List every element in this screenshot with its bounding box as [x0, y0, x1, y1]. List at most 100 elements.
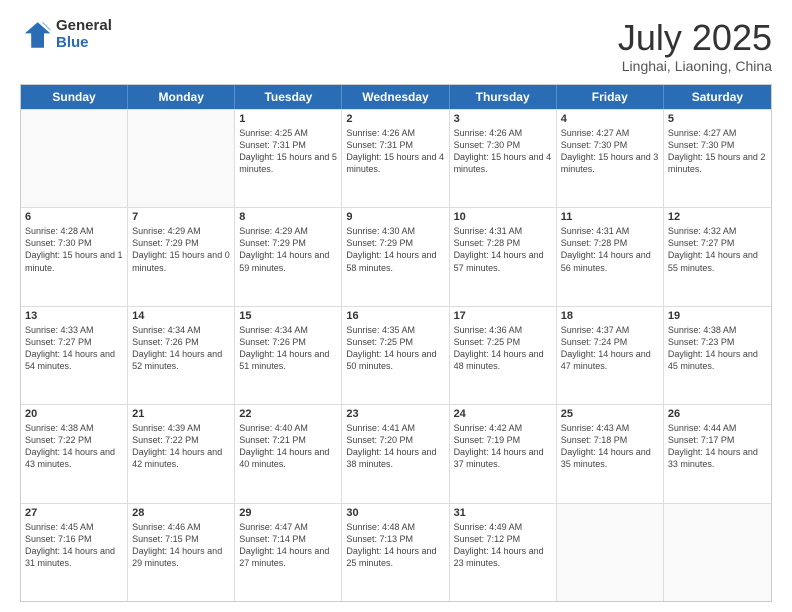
day-number: 30 — [346, 507, 444, 519]
calendar-cell: 28 Sunrise: 4:46 AM Sunset: 7:15 PM Dayli… — [128, 504, 235, 601]
calendar-row: 1 Sunrise: 4:25 AM Sunset: 7:31 PM Daylig… — [21, 109, 771, 207]
logo-general: General — [56, 18, 112, 35]
calendar-cell: 7Sunrise: 4:29 AM Sunset: 7:29 PM Daylig… — [128, 208, 235, 305]
cell-info: Sunrise: 4:48 AM Sunset: 7:13 PM Dayligh… — [346, 522, 436, 568]
calendar-cell: 17 Sunrise: 4:36 AM Sunset: 7:25 PM Dayli… — [450, 307, 557, 404]
cell-info: Sunrise: 4:44 AM Sunset: 7:17 PM Dayligh… — [668, 423, 758, 469]
day-number: 16 — [346, 310, 444, 322]
calendar-cell — [557, 504, 664, 601]
day-number: 8 — [239, 211, 337, 223]
calendar-cell: 6 Sunrise: 4:28 AM Sunset: 7:30 PM Daylig… — [21, 208, 128, 305]
logo-blue: Blue — [56, 35, 112, 52]
calendar-cell — [128, 110, 235, 207]
cell-info: Sunrise: 4:37 AM Sunset: 7:24 PM Dayligh… — [561, 325, 651, 371]
day-number: 18 — [561, 310, 659, 322]
cell-info: Sunrise: 4:38 AM Sunset: 7:23 PM Dayligh… — [668, 325, 758, 371]
calendar-cell: 24 Sunrise: 4:42 AM Sunset: 7:19 PM Dayli… — [450, 405, 557, 502]
calendar-cell: 23 Sunrise: 4:41 AM Sunset: 7:20 PM Dayli… — [342, 405, 449, 502]
day-number: 15 — [239, 310, 337, 322]
calendar-cell: 22Sunrise: 4:40 AM Sunset: 7:21 PM Dayli… — [235, 405, 342, 502]
day-number: 1 — [239, 113, 337, 125]
calendar-row: 13 Sunrise: 4:33 AM Sunset: 7:27 PM Dayli… — [21, 306, 771, 404]
day-number: 21 — [132, 408, 230, 420]
day-number: 25 — [561, 408, 659, 420]
calendar-cell: 5Sunrise: 4:27 AM Sunset: 7:30 PM Daylig… — [664, 110, 771, 207]
cell-info: Sunrise: 4:42 AM Sunset: 7:19 PM Dayligh… — [454, 423, 544, 469]
cell-info: Sunrise: 4:29 AM Sunset: 7:29 PM Dayligh… — [239, 226, 329, 272]
cell-info: Sunrise: 4:34 AM Sunset: 7:26 PM Dayligh… — [239, 325, 329, 371]
day-number: 26 — [668, 408, 767, 420]
calendar-cell: 13 Sunrise: 4:33 AM Sunset: 7:27 PM Dayli… — [21, 307, 128, 404]
cell-info: Sunrise: 4:45 AM Sunset: 7:16 PM Dayligh… — [25, 522, 115, 568]
weekday-header: Monday — [128, 85, 235, 109]
day-number: 23 — [346, 408, 444, 420]
cell-info: Sunrise: 4:32 AM Sunset: 7:27 PM Dayligh… — [668, 226, 758, 272]
weekday-header: Tuesday — [235, 85, 342, 109]
cell-info: Sunrise: 4:47 AM Sunset: 7:14 PM Dayligh… — [239, 522, 329, 568]
cell-info: Sunrise: 4:46 AM Sunset: 7:15 PM Dayligh… — [132, 522, 222, 568]
calendar-cell: 15 Sunrise: 4:34 AM Sunset: 7:26 PM Dayli… — [235, 307, 342, 404]
day-number: 20 — [25, 408, 123, 420]
day-number: 14 — [132, 310, 230, 322]
day-number: 27 — [25, 507, 123, 519]
cell-info: Sunrise: 4:39 AM Sunset: 7:22 PM Dayligh… — [132, 423, 222, 469]
day-number: 28 — [132, 507, 230, 519]
calendar-cell: 26 Sunrise: 4:44 AM Sunset: 7:17 PM Dayli… — [664, 405, 771, 502]
day-number: 3 — [454, 113, 552, 125]
day-number: 11 — [561, 211, 659, 223]
day-number: 29 — [239, 507, 337, 519]
cell-info: Sunrise: 4:43 AM Sunset: 7:18 PM Dayligh… — [561, 423, 651, 469]
cell-info: Sunrise: 4:35 AM Sunset: 7:25 PM Dayligh… — [346, 325, 436, 371]
day-number: 17 — [454, 310, 552, 322]
calendar-cell: 4Sunrise: 4:27 AM Sunset: 7:30 PM Daylig… — [557, 110, 664, 207]
calendar-cell: 18 Sunrise: 4:37 AM Sunset: 7:24 PM Dayli… — [557, 307, 664, 404]
cell-info: Sunrise: 4:25 AM Sunset: 7:31 PM Dayligh… — [239, 128, 337, 174]
calendar-header: SundayMondayTuesdayWednesdayThursdayFrid… — [21, 85, 771, 109]
calendar-cell — [664, 504, 771, 601]
title-month: July 2025 — [618, 18, 772, 58]
cell-info: Sunrise: 4:30 AM Sunset: 7:29 PM Dayligh… — [346, 226, 436, 272]
day-number: 13 — [25, 310, 123, 322]
calendar-cell: 31Sunrise: 4:49 AM Sunset: 7:12 PM Dayli… — [450, 504, 557, 601]
calendar-cell: 20Sunrise: 4:38 AM Sunset: 7:22 PM Dayli… — [21, 405, 128, 502]
weekday-header: Sunday — [21, 85, 128, 109]
calendar-cell — [21, 110, 128, 207]
cell-info: Sunrise: 4:31 AM Sunset: 7:28 PM Dayligh… — [561, 226, 651, 272]
weekday-header: Friday — [557, 85, 664, 109]
cell-info: Sunrise: 4:27 AM Sunset: 7:30 PM Dayligh… — [561, 128, 659, 174]
calendar: SundayMondayTuesdayWednesdayThursdayFrid… — [20, 84, 772, 602]
day-number: 19 — [668, 310, 767, 322]
day-number: 12 — [668, 211, 767, 223]
calendar-body: 1 Sunrise: 4:25 AM Sunset: 7:31 PM Daylig… — [21, 109, 771, 601]
calendar-cell: 11 Sunrise: 4:31 AM Sunset: 7:28 PM Dayli… — [557, 208, 664, 305]
cell-info: Sunrise: 4:27 AM Sunset: 7:30 PM Dayligh… — [668, 128, 766, 174]
cell-info: Sunrise: 4:28 AM Sunset: 7:30 PM Dayligh… — [25, 226, 123, 272]
cell-info: Sunrise: 4:26 AM Sunset: 7:31 PM Dayligh… — [346, 128, 444, 174]
calendar-cell: 12 Sunrise: 4:32 AM Sunset: 7:27 PM Dayli… — [664, 208, 771, 305]
calendar-cell: 1 Sunrise: 4:25 AM Sunset: 7:31 PM Daylig… — [235, 110, 342, 207]
cell-info: Sunrise: 4:40 AM Sunset: 7:21 PM Dayligh… — [239, 423, 329, 469]
calendar-cell: 10Sunrise: 4:31 AM Sunset: 7:28 PM Dayli… — [450, 208, 557, 305]
calendar-cell: 21 Sunrise: 4:39 AM Sunset: 7:22 PM Dayli… — [128, 405, 235, 502]
calendar-row: 6 Sunrise: 4:28 AM Sunset: 7:30 PM Daylig… — [21, 207, 771, 305]
weekday-header: Wednesday — [342, 85, 449, 109]
title-block: July 2025 Linghai, Liaoning, China — [618, 18, 772, 74]
day-number: 6 — [25, 211, 123, 223]
calendar-cell: 30 Sunrise: 4:48 AM Sunset: 7:13 PM Dayli… — [342, 504, 449, 601]
cell-info: Sunrise: 4:33 AM Sunset: 7:27 PM Dayligh… — [25, 325, 115, 371]
day-number: 24 — [454, 408, 552, 420]
calendar-cell: 27 Sunrise: 4:45 AM Sunset: 7:16 PM Dayli… — [21, 504, 128, 601]
weekday-header: Saturday — [664, 85, 771, 109]
calendar-cell: 3Sunrise: 4:26 AM Sunset: 7:30 PM Daylig… — [450, 110, 557, 207]
day-number: 10 — [454, 211, 552, 223]
header: General Blue July 2025 Linghai, Liaoning… — [20, 18, 772, 74]
day-number: 7 — [132, 211, 230, 223]
title-location: Linghai, Liaoning, China — [618, 58, 772, 74]
calendar-cell: 16 Sunrise: 4:35 AM Sunset: 7:25 PM Dayli… — [342, 307, 449, 404]
calendar-row: 27 Sunrise: 4:45 AM Sunset: 7:16 PM Dayli… — [21, 503, 771, 601]
cell-info: Sunrise: 4:36 AM Sunset: 7:25 PM Dayligh… — [454, 325, 544, 371]
calendar-cell: 9Sunrise: 4:30 AM Sunset: 7:29 PM Daylig… — [342, 208, 449, 305]
cell-info: Sunrise: 4:41 AM Sunset: 7:20 PM Dayligh… — [346, 423, 436, 469]
calendar-cell: 29 Sunrise: 4:47 AM Sunset: 7:14 PM Dayli… — [235, 504, 342, 601]
day-number: 2 — [346, 113, 444, 125]
